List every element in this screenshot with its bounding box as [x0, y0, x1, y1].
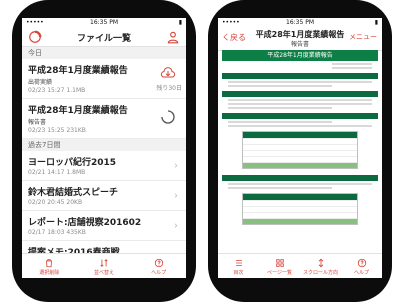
- list-icon: [218, 258, 259, 268]
- tab-label: ヘルプ: [151, 270, 167, 276]
- tab-label: スクロール方向: [302, 270, 338, 276]
- document-page: 平成28年1月度業績報告: [222, 50, 378, 254]
- status-bar: ••••• 16:35 PM ▮: [218, 18, 382, 28]
- grid-icon: [259, 258, 300, 268]
- document-header: 平成28年1月度業績報告: [222, 50, 378, 61]
- status-time: 16:35 PM: [90, 19, 118, 26]
- doc-table: [242, 131, 358, 169]
- doc-section-bar: [222, 113, 378, 119]
- doc-line: [228, 81, 372, 83]
- table-row: [243, 218, 357, 224]
- tab-label: 目次: [233, 270, 244, 276]
- tab-help[interactable]: ヘルプ: [341, 258, 382, 276]
- doc-line: [332, 63, 372, 65]
- doc-line: [228, 125, 372, 127]
- section-past7days: 過去7日間: [22, 139, 186, 151]
- sort-icon: [79, 258, 129, 268]
- bottom-tabbar: 目次 ページ一覧 スクロール方向 ヘルプ: [218, 253, 382, 278]
- file-meta: 02/23 15:25 231KB: [28, 127, 86, 134]
- tab-help[interactable]: ヘルプ: [134, 258, 184, 276]
- status-time: 16:35 PM: [286, 19, 314, 26]
- doc-section-bar: [222, 91, 378, 97]
- doc-line: [228, 183, 372, 185]
- page-title: ファイル一覧: [76, 34, 131, 44]
- file-item[interactable]: レポート:店舗視察201602 02/17 18:03 435KB ›: [22, 211, 186, 241]
- right-phone: ••••• 16:35 PM ▮ く戻る 平成28年1月度業績報告 報告書 メニ…: [208, 0, 392, 302]
- chevron-right-icon: ›: [174, 220, 178, 231]
- scroll-direction-icon: [300, 258, 341, 268]
- doc-line: [228, 121, 332, 123]
- doc-line: [228, 187, 332, 189]
- cloud-download-icon[interactable]: [160, 65, 176, 81]
- two-phone-screens: ••••• 16:35 PM ▮ ファイル一覧 今日 平成28年1月度業績報告 …: [0, 0, 400, 304]
- tab-label: ページ一覧: [267, 270, 292, 276]
- chevron-right-icon: ›: [174, 160, 178, 171]
- file-list-nav: ファイル一覧: [22, 28, 186, 47]
- file-subtitle: 報告書: [28, 119, 47, 126]
- download-badge: 残り30日: [156, 85, 182, 92]
- doc-section-bar: [222, 175, 378, 181]
- file-title: レポート:店舗視察201602: [28, 218, 142, 228]
- battery-icon: ▮: [178, 19, 182, 26]
- file-item[interactable]: 平成28年1月度業績報告 報告書 02/23 15:25 231KB: [22, 99, 186, 139]
- file-meta: 02/21 14:17 1.8MB: [28, 169, 86, 176]
- doc-section-bar: [222, 73, 378, 79]
- doc-table: [242, 193, 358, 225]
- tab-toc[interactable]: 目次: [218, 258, 259, 276]
- battery-icon: ▮: [374, 19, 378, 26]
- bottom-tabbar: 選択削除 並べ替え ヘルプ: [22, 253, 186, 278]
- tab-scroll-direction[interactable]: スクロール方向: [300, 258, 341, 276]
- doc-line: [228, 103, 372, 105]
- trash-icon: [24, 258, 74, 268]
- user-icon[interactable]: [166, 30, 180, 44]
- file-title: 鈴木君結婚式スピーチ: [28, 188, 119, 198]
- tab-label: 並べ替え: [93, 270, 114, 276]
- file-item[interactable]: 鈴木君結婚式スピーチ 02/20 20:45 20KB ›: [22, 181, 186, 211]
- doc-line: [332, 67, 372, 69]
- tab-page-list[interactable]: ページ一覧: [259, 258, 300, 276]
- loading-spinner-icon: [161, 110, 175, 124]
- chevron-right-icon: ›: [174, 190, 178, 201]
- file-item[interactable]: 平成28年1月度業績報告 出荷実績 02/23 15:27 1.1MB 残り30…: [22, 59, 186, 99]
- left-phone: ••••• 16:35 PM ▮ ファイル一覧 今日 平成28年1月度業績報告 …: [12, 0, 196, 302]
- menu-button[interactable]: メニュー: [349, 32, 377, 42]
- table-row: [243, 162, 357, 168]
- file-item[interactable]: ヨーロッパ紀行2015 02/21 14:17 1.8MB ›: [22, 151, 186, 181]
- help-icon: [341, 258, 382, 268]
- file-title: 平成28年1月度業績報告: [28, 106, 128, 116]
- document-viewer-screen: ••••• 16:35 PM ▮ く戻る 平成28年1月度業績報告 報告書 メニ…: [218, 18, 382, 278]
- file-title: ヨーロッパ紀行2015: [28, 158, 117, 168]
- doc-line: [228, 85, 332, 87]
- tab-label: 選択削除: [39, 270, 60, 276]
- file-meta: 02/20 20:45 20KB: [28, 199, 83, 206]
- tab-label: ヘルプ: [353, 270, 369, 276]
- doc-line: [228, 99, 372, 101]
- section-today: 今日: [22, 47, 186, 59]
- tab-sort[interactable]: 並べ替え: [79, 258, 129, 276]
- file-list-screen: ••••• 16:35 PM ▮ ファイル一覧 今日 平成28年1月度業績報告 …: [22, 18, 186, 278]
- doc-line: [228, 107, 332, 109]
- status-bar: ••••• 16:35 PM ▮: [22, 18, 186, 28]
- document-nav: く戻る 平成28年1月度業績報告 報告書 メニュー: [218, 28, 382, 51]
- tab-bulk-delete[interactable]: 選択削除: [24, 258, 74, 276]
- help-icon: [134, 258, 184, 268]
- file-title: 平成28年1月度業績報告: [28, 66, 128, 76]
- file-meta: 02/17 18:03 435KB: [28, 229, 86, 236]
